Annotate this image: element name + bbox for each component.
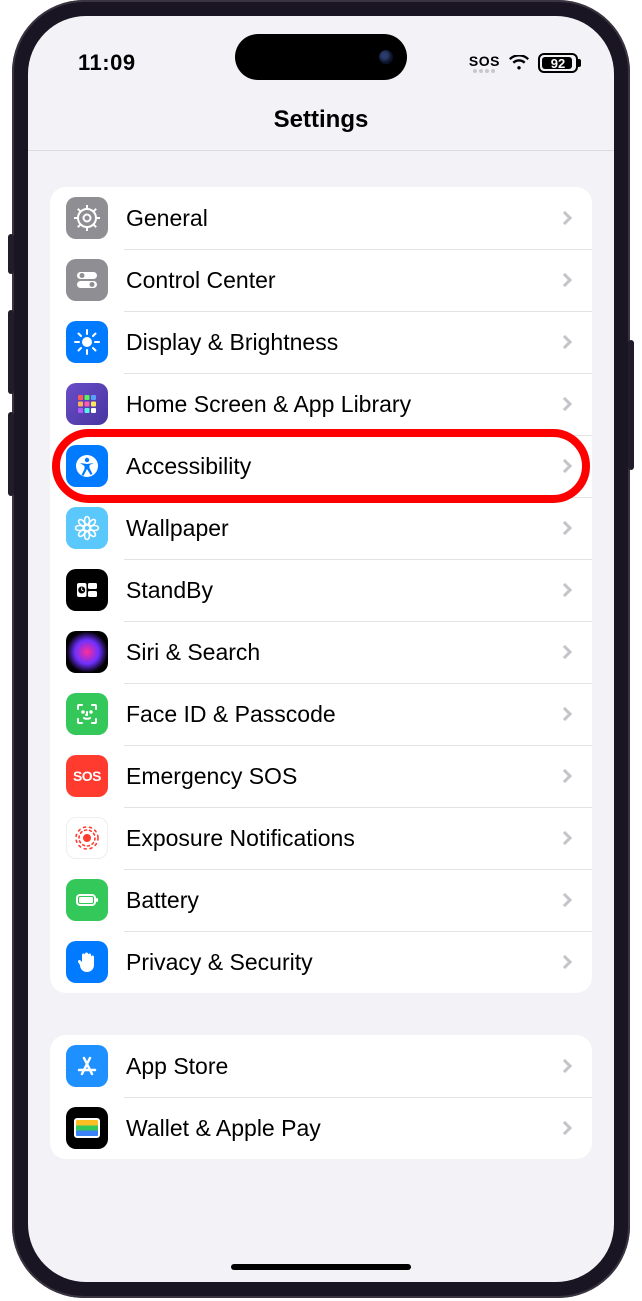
row-app-store[interactable]: App Store: [50, 1035, 592, 1097]
row-accessibility[interactable]: Accessibility: [50, 435, 592, 497]
chevron-right-icon: [558, 955, 572, 969]
appstore-icon: [66, 1045, 108, 1087]
row-label: Wallet & Apple Pay: [126, 1115, 560, 1142]
chevron-right-icon: [558, 645, 572, 659]
sos-indicator: SOS: [469, 54, 500, 73]
chevron-right-icon: [558, 769, 572, 783]
row-wallet-apple-pay[interactable]: Wallet & Apple Pay: [50, 1097, 592, 1159]
row-control-center[interactable]: Control Center: [50, 249, 592, 311]
row-display-brightness[interactable]: Display & Brightness: [50, 311, 592, 373]
dynamic-island: [235, 34, 407, 80]
chevron-right-icon: [558, 831, 572, 845]
sos-icon: SOS: [66, 755, 108, 797]
chevron-right-icon: [558, 273, 572, 287]
grid-icon: [66, 383, 108, 425]
toggles-icon: [66, 259, 108, 301]
row-label: Siri & Search: [126, 639, 560, 666]
siri-icon: [66, 631, 108, 673]
front-camera: [379, 50, 393, 64]
chevron-right-icon: [558, 583, 572, 597]
row-label: Privacy & Security: [126, 949, 560, 976]
row-privacy-security[interactable]: Privacy & Security: [50, 931, 592, 993]
chevron-right-icon: [558, 1121, 572, 1135]
settings-group-general: General Control Center Display & Brightn…: [50, 187, 592, 993]
exposure-icon: [66, 817, 108, 859]
row-label: App Store: [126, 1053, 560, 1080]
settings-content[interactable]: General Control Center Display & Brightn…: [28, 151, 614, 1159]
row-wallpaper[interactable]: Wallpaper: [50, 497, 592, 559]
row-siri-search[interactable]: Siri & Search: [50, 621, 592, 683]
chevron-right-icon: [558, 459, 572, 473]
row-faceid-passcode[interactable]: Face ID & Passcode: [50, 683, 592, 745]
hand-icon: [66, 941, 108, 983]
battery-icon: [66, 879, 108, 921]
faceid-icon: [66, 693, 108, 735]
row-label: Wallpaper: [126, 515, 560, 542]
row-label: Display & Brightness: [126, 329, 560, 356]
row-label: Home Screen & App Library: [126, 391, 560, 418]
row-label: Exposure Notifications: [126, 825, 560, 852]
screen: 11:09 SOS 92 Settings: [28, 16, 614, 1282]
wifi-icon: [508, 55, 530, 71]
row-label: StandBy: [126, 577, 560, 604]
chevron-right-icon: [558, 1059, 572, 1073]
chevron-right-icon: [558, 211, 572, 225]
row-battery[interactable]: Battery: [50, 869, 592, 931]
volume-down-button[interactable]: [8, 412, 14, 496]
row-label: General: [126, 205, 560, 232]
flower-icon: [66, 507, 108, 549]
row-home-screen[interactable]: Home Screen & App Library: [50, 373, 592, 435]
power-button[interactable]: [628, 340, 634, 470]
settings-group-store: App Store Wallet & Apple Pay: [50, 1035, 592, 1159]
sun-icon: [66, 321, 108, 363]
volume-up-button[interactable]: [8, 310, 14, 394]
phone-frame: 11:09 SOS 92 Settings: [12, 0, 630, 1298]
row-standby[interactable]: StandBy: [50, 559, 592, 621]
status-time: 11:09: [78, 50, 136, 76]
gear-icon: [66, 197, 108, 239]
chevron-right-icon: [558, 893, 572, 907]
accessibility-icon: [66, 445, 108, 487]
chevron-right-icon: [558, 521, 572, 535]
row-label: Control Center: [126, 267, 560, 294]
row-label: Battery: [126, 887, 560, 914]
home-indicator[interactable]: [231, 1264, 411, 1270]
chevron-right-icon: [558, 397, 572, 411]
row-emergency-sos[interactable]: SOS Emergency SOS: [50, 745, 592, 807]
row-label: Face ID & Passcode: [126, 701, 560, 728]
battery-indicator: 92: [538, 53, 578, 73]
row-exposure-notifications[interactable]: Exposure Notifications: [50, 807, 592, 869]
clock-squares-icon: [66, 569, 108, 611]
row-label: Accessibility: [126, 453, 560, 480]
chevron-right-icon: [558, 707, 572, 721]
row-general[interactable]: General: [50, 187, 592, 249]
wallet-icon: [66, 1107, 108, 1149]
mute-switch[interactable]: [8, 234, 14, 274]
chevron-right-icon: [558, 335, 572, 349]
page-title: Settings: [28, 92, 614, 151]
row-label: Emergency SOS: [126, 763, 560, 790]
